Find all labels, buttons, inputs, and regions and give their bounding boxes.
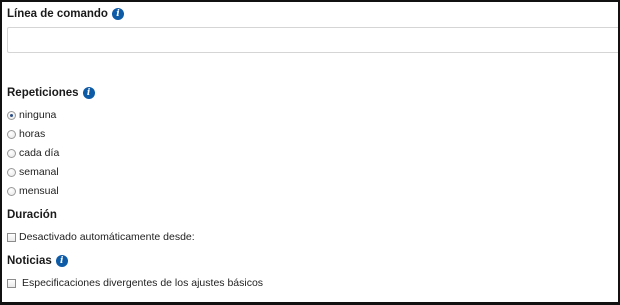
duration-heading: Duración xyxy=(7,209,57,221)
duration-checkbox-label: Desactivado automáticamente desde: xyxy=(19,231,195,243)
duration-option[interactable]: Desactivado automáticamente desde: xyxy=(7,231,195,243)
radio-button[interactable] xyxy=(7,186,16,196)
repetition-option-none[interactable]: ninguna xyxy=(7,109,56,121)
command-line-label: Línea de comando xyxy=(7,8,108,20)
duration-label: Duración xyxy=(7,209,57,221)
repetition-option-monthly[interactable]: mensual xyxy=(7,185,59,197)
repetition-option-hours[interactable]: horas xyxy=(7,128,45,140)
info-icon[interactable]: i xyxy=(82,87,95,99)
info-icon[interactable]: i xyxy=(55,255,68,267)
repetition-option-weekly[interactable]: semanal xyxy=(7,166,59,178)
radio-button-checked[interactable] xyxy=(7,110,16,120)
radio-button[interactable] xyxy=(7,167,16,177)
notices-checkbox[interactable] xyxy=(7,278,16,288)
radio-button[interactable] xyxy=(7,148,16,158)
notices-checkbox-label: Especificaciones divergentes de los ajus… xyxy=(22,277,264,289)
notices-label: Noticias xyxy=(7,255,52,267)
repetition-option-label: semanal xyxy=(19,166,59,178)
repetitions-label: Repeticiones xyxy=(7,87,79,99)
command-line-heading: Línea de comando i xyxy=(7,8,124,20)
notices-heading: Noticias i xyxy=(7,255,68,267)
notices-option[interactable]: Especificaciones divergentes de los ajus… xyxy=(7,277,263,289)
repetition-option-label: ninguna xyxy=(19,109,57,121)
command-line-input[interactable] xyxy=(7,27,618,53)
repetitions-heading: Repeticiones i xyxy=(7,87,95,99)
repetition-option-label: mensual xyxy=(19,185,59,197)
repetition-option-label: cada día xyxy=(19,147,60,159)
info-icon[interactable]: i xyxy=(111,8,124,20)
repetition-option-label: horas xyxy=(19,128,46,140)
repetition-option-daily[interactable]: cada día xyxy=(7,147,59,159)
duration-checkbox[interactable] xyxy=(7,232,16,242)
radio-button[interactable] xyxy=(7,129,16,139)
